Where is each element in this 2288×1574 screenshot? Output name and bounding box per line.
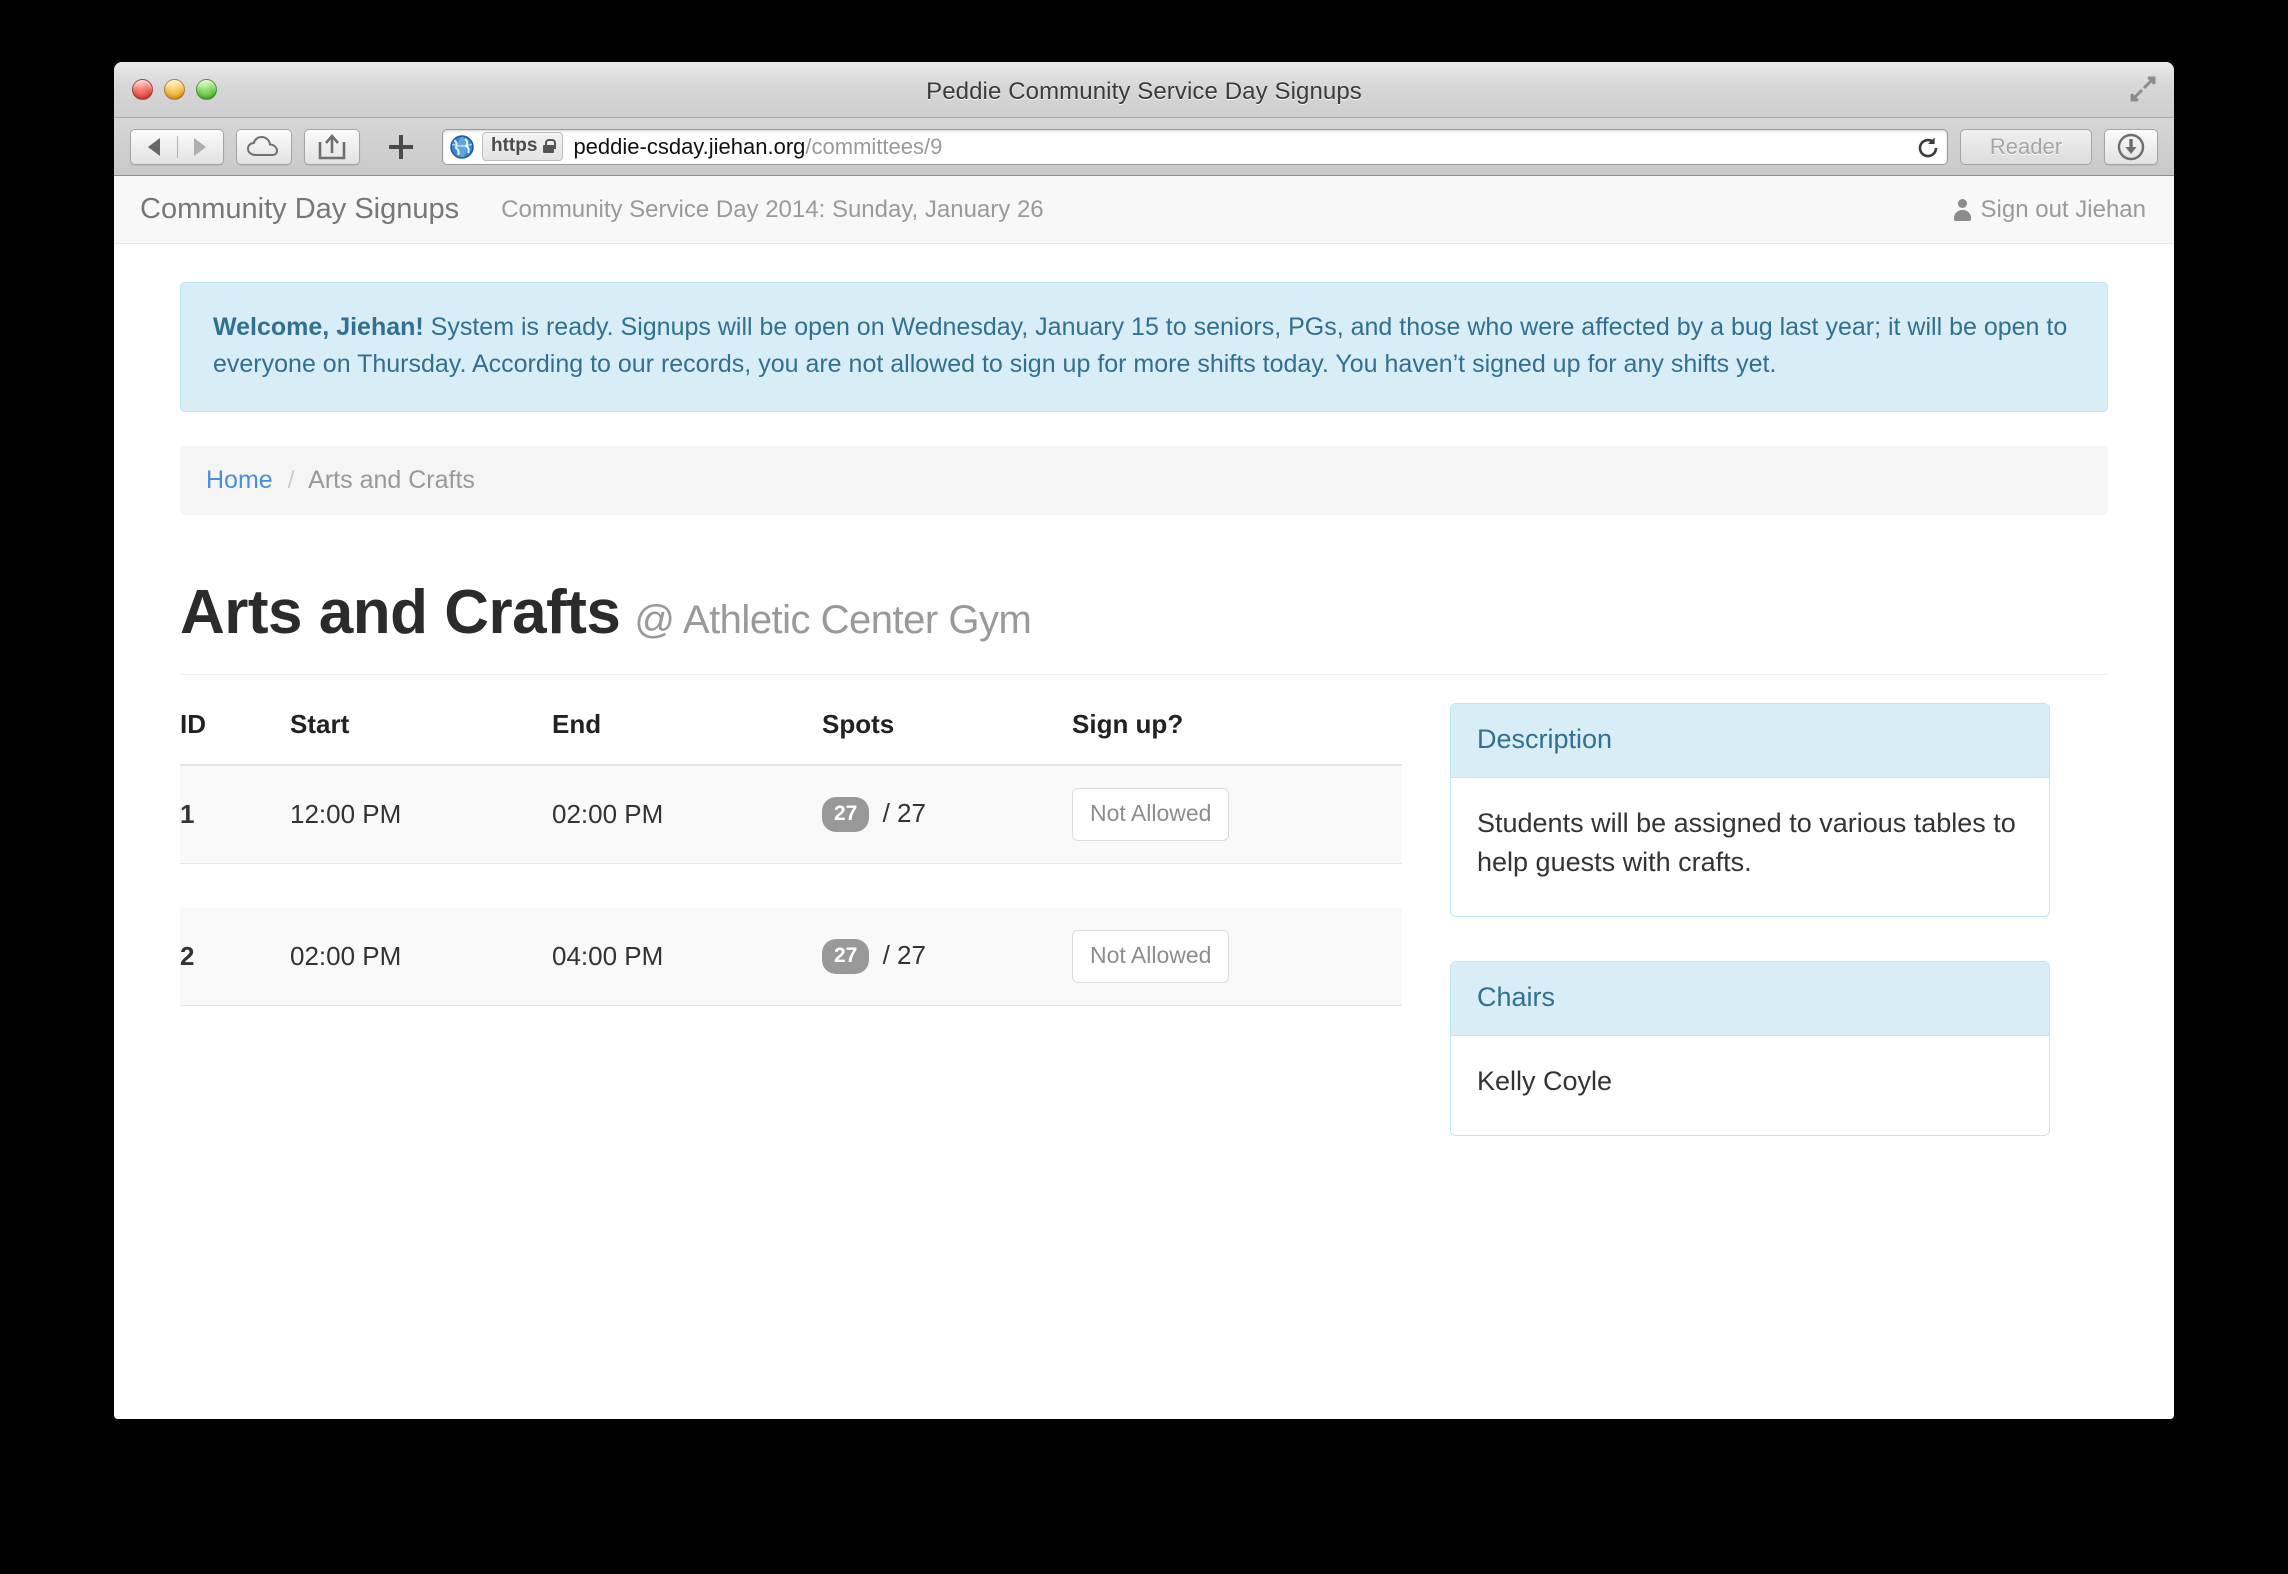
breadcrumb-current: Arts and Crafts [308, 465, 475, 494]
security-badge: https [482, 132, 564, 161]
globe-icon [450, 134, 474, 159]
cell-end: 02:00 PM [552, 764, 822, 864]
chairs-panel-heading: Chairs [1451, 961, 2049, 1036]
column-header-signup: Sign up? [1072, 702, 1402, 766]
url-path: /committees/9 [805, 133, 943, 159]
shifts-table: ID Start End Spots Sign up? 1 12:00 PM 0… [180, 702, 1402, 1006]
shifts-column: ID Start End Spots Sign up? 1 12:00 PM 0… [180, 702, 1402, 1180]
cell-spots: 27 / 27 [822, 764, 1072, 864]
alert-message: System is ready. Signups will be open on… [213, 313, 2068, 378]
window-title: Peddie Community Service Day Signups [926, 78, 1362, 105]
table-row: 2 02:00 PM 04:00 PM 27 / 27 Not Allowed [180, 907, 1402, 1006]
table-head: ID Start End Spots Sign up? [180, 702, 1402, 766]
icloud-tabs-button[interactable] [236, 128, 292, 165]
sign-out-link[interactable]: Sign out Jiehan [1953, 195, 2146, 224]
description-panel-heading: Description [1451, 703, 2049, 778]
reload-icon[interactable] [1915, 135, 1941, 161]
sidebar-column: Description Students will be assigned to… [1450, 702, 2050, 1180]
address-bar[interactable]: https peddie-csday.jiehan.org/committees… [442, 128, 1948, 165]
navbar-brand[interactable]: Community Day Signups [140, 193, 459, 226]
column-header-start: Start [290, 702, 552, 766]
table-body: 1 12:00 PM 02:00 PM 27 / 27 Not Allowed [180, 764, 1402, 1006]
table-header-row: ID Start End Spots Sign up? [180, 702, 1402, 766]
cell-end: 04:00 PM [552, 907, 822, 1006]
page-title: Arts and Crafts @ Athletic Center Gym [180, 577, 2108, 648]
page-content: Community Day Signups Community Service … [114, 176, 2174, 1419]
spacer-cell [180, 863, 1402, 908]
url-text: peddie-csday.jiehan.org/committees/9 [573, 134, 942, 160]
browser-toolbar: https peddie-csday.jiehan.org/committees… [114, 118, 2174, 176]
chairs-panel-body: Kelly Coyle [1477, 1065, 1613, 1096]
chairs-panel: Chairs Kelly Coyle [1450, 960, 2050, 1136]
table-row-spacer [180, 863, 1402, 908]
reader-button[interactable]: Reader [1960, 128, 2092, 165]
back-button[interactable] [131, 137, 177, 156]
page-container: Welcome, Jiehan! System is ready. Signup… [114, 282, 2174, 1180]
spots-total: / 27 [882, 939, 926, 970]
spots-total: / 27 [882, 797, 926, 828]
column-header-spots: Spots [822, 702, 1072, 766]
spots-badge: 27 [822, 796, 870, 832]
cell-start: 02:00 PM [290, 907, 552, 1006]
cell-start: 12:00 PM [290, 764, 552, 864]
welcome-alert: Welcome, Jiehan! System is ready. Signup… [180, 282, 2108, 412]
cell-id: 2 [180, 907, 290, 1006]
page-title-text: Arts and Crafts [180, 577, 621, 647]
scheme-label: https [491, 135, 538, 156]
signup-button: Not Allowed [1072, 787, 1230, 841]
alert-greeting: Welcome, Jiehan! [213, 313, 424, 341]
app-navbar: Community Day Signups Community Service … [114, 176, 2174, 244]
column-header-end: End [552, 702, 822, 766]
breadcrumb-home-link[interactable]: Home [206, 466, 273, 494]
safari-window: Peddie Community Service Day Signups htt… [114, 62, 2174, 1419]
nav-buttons-group [130, 128, 224, 165]
window-titlebar: Peddie Community Service Day Signups [114, 62, 2174, 118]
downloads-button[interactable] [2104, 128, 2158, 165]
url-host: peddie-csday.jiehan.org [573, 133, 806, 159]
breadcrumb-separator: / [287, 465, 295, 494]
page-subtitle: @ Athletic Center Gym [634, 597, 1032, 642]
sign-out-label: Sign out Jiehan [1980, 195, 2146, 223]
forward-button[interactable] [177, 137, 223, 156]
description-panel: Description Students will be assigned to… [1450, 702, 2050, 917]
description-panel-body: Students will be assigned to various tab… [1477, 807, 2016, 877]
fullscreen-icon[interactable] [2130, 76, 2156, 102]
spots-badge: 27 [822, 938, 870, 974]
share-button[interactable] [304, 128, 360, 165]
new-tab-button[interactable] [372, 129, 430, 165]
page-header: Arts and Crafts @ Athletic Center Gym [180, 577, 2108, 675]
signup-button: Not Allowed [1072, 929, 1230, 983]
navbar-event-label: Community Service Day 2014: Sunday, Janu… [501, 195, 1044, 223]
user-icon [1953, 198, 1971, 221]
cell-signup: Not Allowed [1072, 764, 1402, 864]
lock-icon [543, 139, 557, 153]
cell-signup: Not Allowed [1072, 907, 1402, 1006]
breadcrumb: Home / Arts and Crafts [180, 445, 2108, 515]
cell-spots: 27 / 27 [822, 907, 1072, 1006]
content-columns: ID Start End Spots Sign up? 1 12:00 PM 0… [180, 702, 2108, 1180]
cell-id: 1 [180, 764, 290, 864]
column-header-id: ID [180, 702, 290, 766]
plus-icon [389, 134, 413, 159]
table-row: 1 12:00 PM 02:00 PM 27 / 27 Not Allowed [180, 764, 1402, 864]
